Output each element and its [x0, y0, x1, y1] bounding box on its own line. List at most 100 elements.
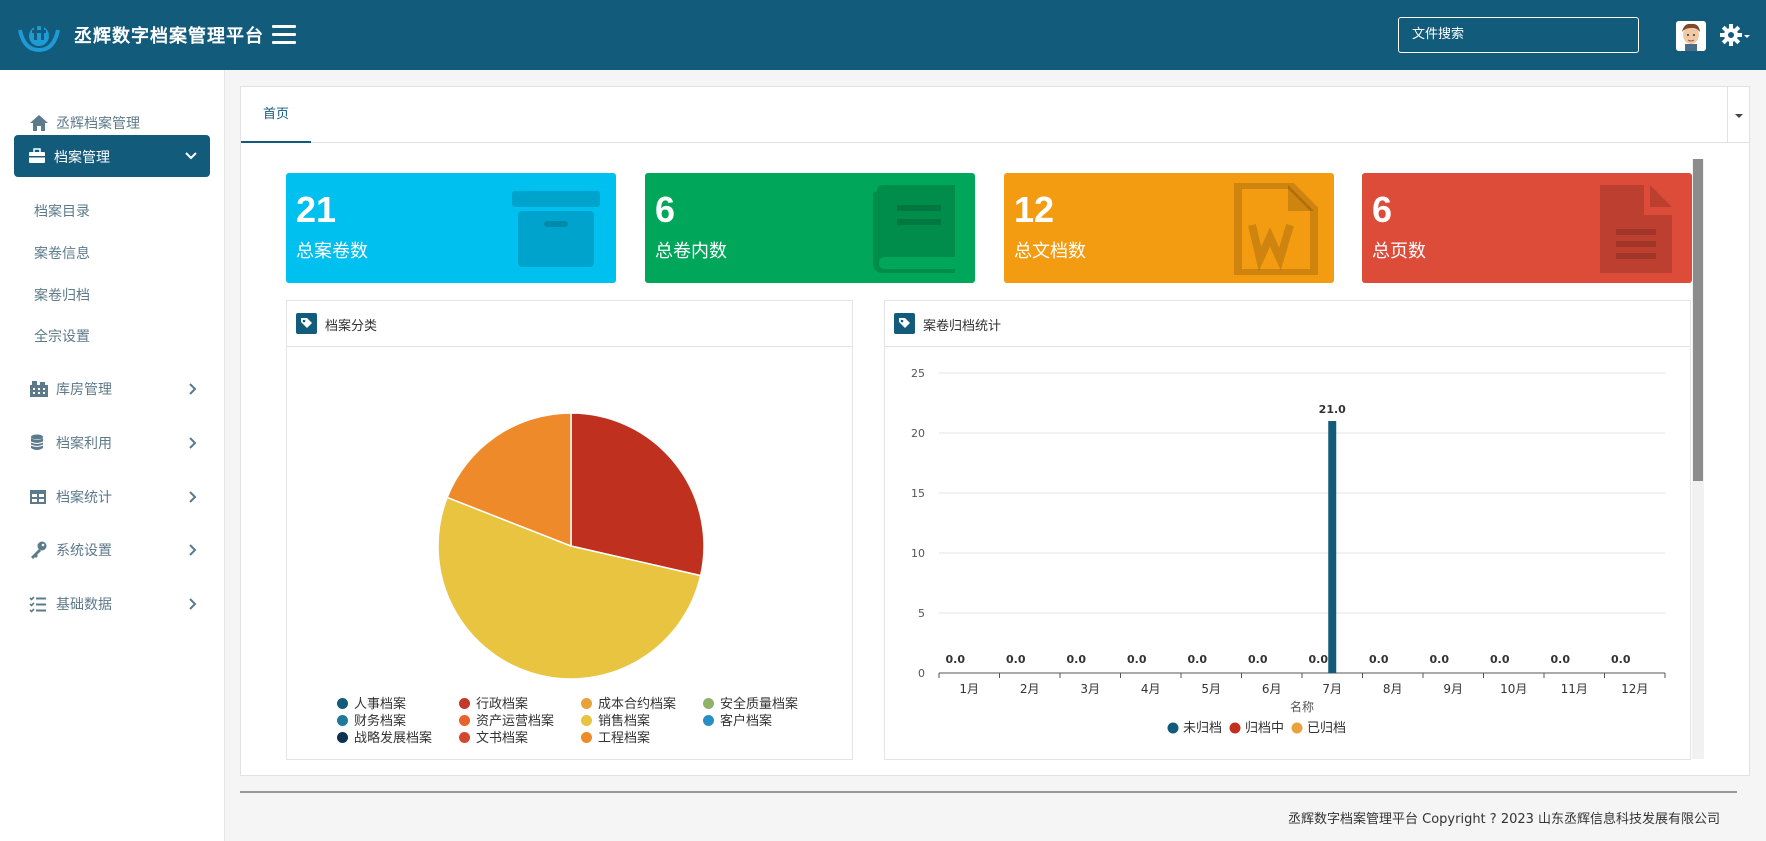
volume-filing-stats-panel: 案卷归档统计 0 5 10 15 20 25 1月 0.0 2月 0.0 3月 0.0 4月 0.0 5月 0…: [884, 300, 1691, 760]
book-icon: [873, 185, 955, 273]
bar-data-label: 21.0: [1319, 403, 1346, 416]
sidebar-subitem-archive-catalog[interactable]: 档案目录: [34, 201, 90, 221]
top-header: 丞辉数字档案管理平台 文件搜索: [0, 0, 1766, 70]
sidebar-subitem-volume-filing[interactable]: 案卷归档: [34, 285, 90, 305]
sidebar-subitem-volume-info[interactable]: 案卷信息: [34, 243, 90, 263]
settings-gear-icon[interactable]: [1720, 22, 1752, 48]
chevron-right-icon: [189, 544, 197, 556]
stat-card-total-pages[interactable]: 6 总页数: [1362, 173, 1692, 283]
content-scrollbar[interactable]: [1692, 159, 1704, 759]
home-icon: [30, 115, 48, 131]
archive-box-icon: [512, 191, 600, 267]
legend-item[interactable]: 已归档: [1291, 721, 1347, 736]
legend-dot: [459, 698, 470, 709]
stat-card-total-documents[interactable]: 12 总文档数: [1004, 173, 1334, 283]
legend-dot: [703, 715, 714, 726]
x-tick-label: 8月: [1383, 682, 1403, 696]
bar-data-label: 0.0: [1127, 653, 1147, 666]
menu-toggle-button[interactable]: [272, 25, 296, 45]
chevron-down-icon: [185, 152, 197, 160]
stat-value: 6: [655, 189, 676, 230]
bar-chart: 0 5 10 15 20 25 1月 0.0 2月 0.0 3月 0.0 4月 0.0 5月 0.0 6月 0.0…: [911, 367, 1666, 736]
legend-dot: [337, 715, 348, 726]
sidebar-item-warehouse[interactable]: 库房管理: [0, 369, 225, 409]
footer-divider: [240, 791, 1737, 793]
stat-value: 12: [1014, 189, 1055, 230]
sidebar-item-archive-usage[interactable]: 档案利用: [0, 423, 225, 463]
bar[interactable]: [1328, 421, 1337, 673]
file-search-input[interactable]: 文件搜索: [1398, 17, 1639, 53]
legend-item[interactable]: 战略发展档案: [337, 727, 432, 746]
legend-dot: [581, 698, 592, 709]
sidebar: 丞辉档案管理 档案管理 档案目录 案卷信息 案卷归档 全宗设置 库房管理 档案利…: [0, 70, 225, 841]
legend-label: 工程档案: [598, 731, 651, 746]
hamburger-icon: [272, 25, 296, 28]
pie-chart: [437, 412, 705, 680]
x-tick-label: 7月: [1322, 682, 1342, 696]
document-icon: [1600, 185, 1672, 273]
bar-data-label: 0.0: [1006, 653, 1026, 666]
y-tick-label: 0: [918, 667, 925, 680]
stat-card-total-volumes[interactable]: 21 总案卷数: [286, 173, 616, 283]
x-tick-label: 9月: [1443, 682, 1463, 696]
sidebar-item-label: 档案管理: [54, 150, 110, 166]
chevron-right-icon: [189, 598, 197, 610]
legend-dot: [459, 715, 470, 726]
sidebar-item-basic-data[interactable]: 基础数据: [0, 584, 225, 624]
x-tick-label: 6月: [1262, 682, 1282, 696]
sidebar-item-label: 库房管理: [56, 382, 112, 398]
bar-data-label: 0.0: [1067, 653, 1087, 666]
legend-dot: [337, 732, 348, 743]
logo-icon: [18, 22, 60, 53]
x-tick-label: 5月: [1201, 682, 1221, 696]
stat-value: 6: [1372, 189, 1393, 230]
legend-item[interactable]: 归档中: [1229, 721, 1285, 736]
bar-data-label: 0.0: [1490, 653, 1510, 666]
x-tick-label: 2月: [1020, 682, 1040, 696]
legend-label: 未归档: [1183, 721, 1222, 736]
y-tick-label: 5: [918, 607, 925, 620]
database-icon: [30, 434, 44, 450]
user-avatar[interactable]: [1676, 21, 1706, 51]
legend-dot: [337, 698, 348, 709]
legend-label: 客户档案: [720, 714, 773, 729]
legend-item[interactable]: 文书档案: [459, 727, 528, 746]
scrollbar-thumb[interactable]: [1693, 159, 1703, 481]
app-title: 丞辉数字档案管理平台: [74, 26, 264, 47]
footer-copyright: 丞辉数字档案管理平台 Copyright ? 2023 山东丞辉信息科技发展有限…: [1288, 812, 1721, 827]
sidebar-item-archive-management[interactable]: 档案管理: [14, 135, 210, 177]
checklist-icon: [29, 596, 46, 613]
stat-card-total-in-volume[interactable]: 6 总卷内数: [645, 173, 975, 283]
stat-label: 总文档数: [1014, 241, 1086, 262]
chevron-right-icon: [189, 383, 197, 395]
tab-bar: 首页: [241, 87, 1749, 143]
sidebar-item-label: 系统设置: [56, 543, 112, 559]
sidebar-item-label: 丞辉档案管理: [56, 116, 140, 132]
tab-dropdown-button[interactable]: [1727, 87, 1749, 143]
legend-item[interactable]: 工程档案: [581, 727, 650, 746]
legend-item[interactable]: 未归档: [1167, 721, 1223, 736]
stat-label: 总案卷数: [296, 241, 368, 262]
legend-item[interactable]: 客户档案: [703, 710, 772, 729]
sidebar-subitem-fonds-settings[interactable]: 全宗设置: [34, 326, 90, 346]
stat-label: 总卷内数: [655, 241, 727, 262]
sidebar-item-label: 档案利用: [56, 436, 112, 452]
y-tick-label: 20: [911, 427, 925, 440]
avatar-icon: [1676, 21, 1706, 51]
x-tick-label: 3月: [1080, 682, 1100, 696]
sidebar-item-archive-statistics[interactable]: 档案统计: [0, 477, 225, 517]
y-tick-label: 25: [911, 367, 925, 380]
x-tick-label: 10月: [1500, 682, 1527, 696]
stat-value: 21: [296, 189, 337, 230]
legend-dot: [1229, 722, 1241, 734]
legend-dot: [581, 715, 592, 726]
bar-data-label: 0.0: [1430, 653, 1450, 666]
bar-data-label: 0.0: [946, 653, 966, 666]
tab-home[interactable]: 首页: [241, 87, 311, 143]
legend-dot: [1167, 722, 1179, 734]
bar-data-label: 0.0: [1188, 653, 1208, 666]
x-axis-title: 名称: [1290, 699, 1314, 714]
legend-dot: [703, 698, 714, 709]
chevron-right-icon: [189, 437, 197, 449]
sidebar-item-system-settings[interactable]: 系统设置: [0, 530, 225, 570]
